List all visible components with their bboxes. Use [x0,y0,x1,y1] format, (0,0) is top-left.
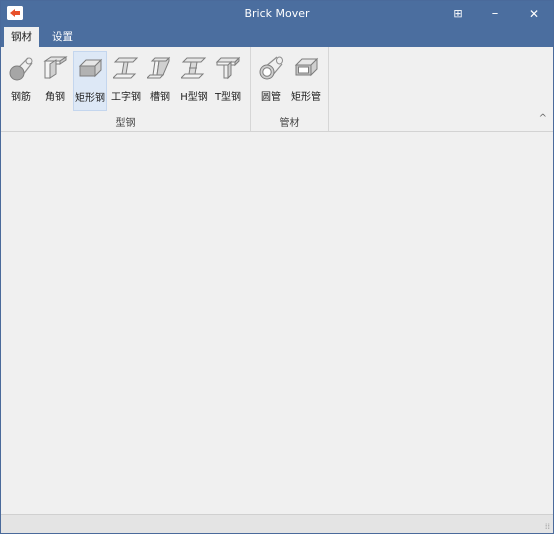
group-label-tubes: 管材 [279,118,300,129]
rect-steel-button[interactable]: 矩形钢 [73,51,107,111]
status-bar: ⁞⁞ [1,514,553,533]
angle-steel-icon [43,56,68,79]
rect-tube-icon [294,57,319,77]
collapse-ribbon-icon[interactable]: ^ [539,113,547,124]
h-beam-icon [181,57,207,79]
restore-button[interactable]: ⊞ [442,1,474,27]
ribbon-tabs: 钢材 设置 [1,27,553,47]
angle-steel-label: 角钢 [45,92,65,103]
t-beam-icon [215,56,241,80]
rect-tube-label: 矩形管 [291,92,321,103]
channel-steel-icon [147,56,171,79]
i-beam-button[interactable]: 工字钢 [110,51,142,111]
rebar-icon [9,57,33,81]
group-label-section-steel: 型钢 [115,118,136,129]
h-beam-button[interactable]: H型钢 [178,51,210,111]
rect-tube-button[interactable]: 矩形管 [290,51,322,111]
ribbon-panel: 钢筋 角钢 矩形钢 工字钢 槽钢 H型钢 T型钢 型钢 圆管 矩形管 管材 ^ [1,47,553,132]
round-tube-label: 圆管 [261,92,281,103]
rect-steel-label: 矩形钢 [75,93,105,104]
round-tube-button[interactable]: 圆管 [255,51,287,111]
tab-settings[interactable]: 设置 [45,27,80,47]
tab-steel[interactable]: 钢材 [4,27,39,47]
app-window: Brick Mover ⊞ – ✕ 钢材 设置 钢筋 角钢 矩形钢 工字钢 槽钢… [0,0,554,534]
close-button[interactable]: ✕ [518,1,550,27]
main-content-area[interactable] [1,132,553,514]
rebar-button[interactable]: 钢筋 [5,51,37,111]
group-tubes: 圆管 矩形管 管材 [251,47,329,131]
t-beam-button[interactable]: T型钢 [212,51,244,111]
i-beam-icon [113,57,139,79]
angle-steel-button[interactable]: 角钢 [39,51,71,111]
resize-grip-icon[interactable]: ⁞⁞ [545,522,550,531]
round-tube-icon [259,56,283,80]
title-bar[interactable]: Brick Mover ⊞ – ✕ [1,1,553,27]
group-section-steel: 钢筋 角钢 矩形钢 工字钢 槽钢 H型钢 T型钢 型钢 [1,47,251,131]
minimize-button[interactable]: – [479,1,511,27]
rect-steel-icon [78,58,103,78]
t-beam-label: T型钢 [214,92,242,103]
channel-steel-button[interactable]: 槽钢 [144,51,176,111]
